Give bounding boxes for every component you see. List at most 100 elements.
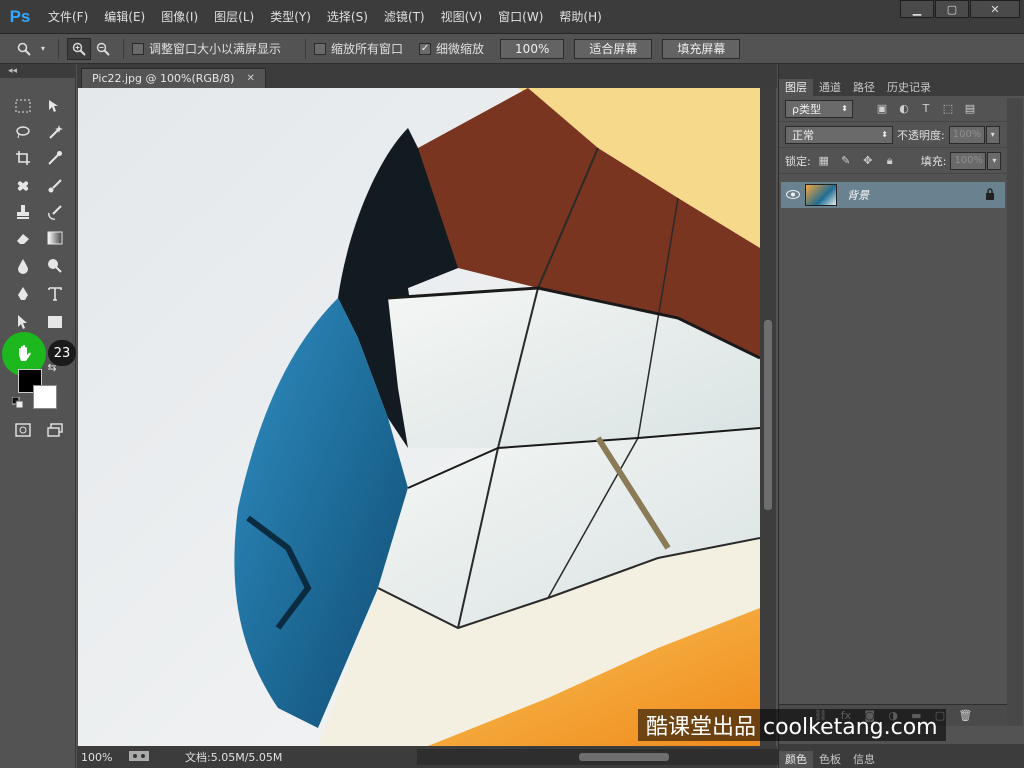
options-bar: ▾ 调整窗口大小以满屏显示 缩放所有窗口 ✓ 细微缩放 100% 适合屏幕 填充… <box>0 34 1024 64</box>
brush-tool-icon[interactable] <box>42 174 68 198</box>
panel-scrollbar[interactable] <box>1007 98 1023 726</box>
watermark-text: 酷课堂出品 coolketang.com <box>638 709 946 741</box>
layer-filter-label: ρ类型 <box>792 102 821 116</box>
tab-swatches[interactable]: 色板 <box>813 751 847 768</box>
tab-history[interactable]: 历史记录 <box>881 79 937 96</box>
menu-view[interactable]: 视图(V) <box>433 0 491 34</box>
close-tab-icon[interactable]: ✕ <box>246 73 254 84</box>
maximize-button[interactable]: ▢ <box>935 0 969 18</box>
menu-filter[interactable]: 滤镜(T) <box>376 0 433 34</box>
layers-panel: 图层 通道 路径 历史记录 ρ类型 ⬍ ▣ ◐ T ⬚ ▤ 正常 ⬍ 不透明度:… <box>778 64 1024 768</box>
layer-filter-select[interactable]: ρ类型 ⬍ <box>785 99 853 118</box>
document-tab[interactable]: Pic22.jpg @ 100%(RGB/8) ✕ <box>81 68 266 88</box>
healing-brush-tool-icon[interactable] <box>10 174 36 198</box>
menu-help[interactable]: 帮助(H) <box>551 0 609 34</box>
scrubby-zoom-checkbox[interactable]: ✓ <box>419 42 432 55</box>
history-brush-tool-icon[interactable] <box>42 200 68 224</box>
tab-info[interactable]: 信息 <box>847 751 881 768</box>
tab-layers[interactable]: 图层 <box>779 79 813 96</box>
fill-input[interactable]: 100% <box>950 151 987 170</box>
lasso-tool-icon[interactable] <box>10 120 36 144</box>
panel-header <box>779 64 1024 78</box>
type-tool-icon[interactable] <box>42 282 68 306</box>
filter-adjustment-icon[interactable]: ◐ <box>895 100 913 118</box>
fill-screen-button[interactable]: 填充屏幕 <box>662 38 741 59</box>
lock-all-icon[interactable]: 🔒︎ <box>881 152 899 170</box>
lock-position-icon[interactable]: ✥ <box>859 152 877 170</box>
visibility-eye-icon[interactable] <box>781 189 805 202</box>
layer-row-background[interactable]: 背景 <box>781 182 1005 208</box>
clone-stamp-tool-icon[interactable] <box>10 200 36 224</box>
menu-select[interactable]: 选择(S) <box>319 0 376 34</box>
photoshop-logo: Ps <box>9 6 31 26</box>
blur-tool-icon[interactable] <box>10 254 36 278</box>
lock-row: 锁定: ▦ ✎ ✥ 🔒︎ 填充: 100% ▾ <box>779 148 1024 174</box>
lock-image-icon[interactable]: ✎ <box>837 152 855 170</box>
toolbox-collapse[interactable]: ◂◂ <box>0 64 75 78</box>
eyedropper-tool-icon[interactable] <box>42 146 68 170</box>
menu-edit[interactable]: 编辑(E) <box>96 0 153 34</box>
move-tool-icon[interactable] <box>42 94 68 118</box>
filter-pixel-icon[interactable]: ▣ <box>873 100 891 118</box>
zoom-in-icon[interactable] <box>67 37 91 60</box>
lock-transparent-icon[interactable]: ▦ <box>815 152 833 170</box>
opacity-dropdown-icon[interactable]: ▾ <box>985 125 1000 144</box>
swap-colors-icon[interactable]: ⇆ <box>42 360 62 374</box>
delete-layer-icon[interactable]: 🗑︎ <box>958 709 972 722</box>
quick-mask-icon[interactable] <box>10 418 36 442</box>
window-controls: ▁ ▢ ✕ <box>899 0 1020 18</box>
filter-shape-icon[interactable]: ⬚ <box>939 100 957 118</box>
tab-channels[interactable]: 通道 <box>813 79 847 96</box>
crop-tool-icon[interactable] <box>10 146 36 170</box>
layer-name[interactable]: 背景 <box>847 187 985 203</box>
dodge-tool-icon[interactable] <box>42 254 68 278</box>
lock-label: 锁定: <box>785 154 811 168</box>
horizontal-scrollbar[interactable] <box>417 749 837 765</box>
zoom-tool-icon[interactable] <box>12 38 36 60</box>
path-selection-tool-icon[interactable] <box>10 310 36 334</box>
horizontal-scroll-thumb[interactable] <box>579 753 669 761</box>
menu-window[interactable]: 窗口(W) <box>490 0 551 34</box>
fit-screen-button[interactable]: 适合屏幕 <box>574 38 653 59</box>
vertical-scrollbar[interactable] <box>760 88 776 746</box>
tab-color[interactable]: 颜色 <box>779 751 813 768</box>
resize-windows-label: 调整窗口大小以满屏显示 <box>149 42 282 56</box>
zoom-out-icon[interactable] <box>91 38 115 60</box>
default-colors-icon[interactable] <box>10 396 26 410</box>
resize-windows-checkbox[interactable] <box>132 42 144 55</box>
menu-image[interactable]: 图像(I) <box>153 0 206 34</box>
filter-smart-object-icon[interactable]: ▤ <box>961 100 979 118</box>
menu-file[interactable]: 文件(F) <box>40 0 96 34</box>
vertical-scroll-thumb[interactable] <box>764 320 772 510</box>
layers-panel-tabs: 图层 通道 路径 历史记录 <box>779 78 1024 96</box>
zoom-100-button[interactable]: 100% <box>500 38 565 59</box>
close-button[interactable]: ✕ <box>970 0 1020 18</box>
gradient-tool-icon[interactable] <box>42 226 68 250</box>
magic-wand-tool-icon[interactable] <box>42 120 68 144</box>
status-zoom[interactable]: 100% <box>81 751 129 764</box>
scrubby-zoom-label: 细微缩放 <box>436 42 485 56</box>
eraser-tool-icon[interactable] <box>10 226 36 250</box>
menu-layer[interactable]: 图层(L) <box>206 0 262 34</box>
opacity-input[interactable]: 100% <box>948 125 985 144</box>
document-tab-bar: Pic22.jpg @ 100%(RGB/8) ✕ <box>77 64 777 88</box>
tool-preset-dropdown-icon[interactable]: ▾ <box>36 38 50 60</box>
document-tab-title: Pic22.jpg @ 100%(RGB/8) <box>92 72 235 85</box>
blend-mode-value: 正常 <box>792 128 814 142</box>
fill-dropdown-icon[interactable]: ▾ <box>987 151 1002 170</box>
status-bar: 100% 文档:5.05M/5.05M <box>77 746 837 768</box>
rectangle-tool-icon[interactable] <box>42 310 68 334</box>
zoom-all-windows-checkbox[interactable] <box>314 42 327 55</box>
menu-type[interactable]: 类型(Y) <box>262 0 319 34</box>
screen-mode-icon[interactable] <box>42 418 68 442</box>
filter-type-icon[interactable]: T <box>917 100 935 118</box>
background-color-swatch[interactable] <box>33 385 57 409</box>
parachute-photo <box>78 88 760 746</box>
tab-paths[interactable]: 路径 <box>847 79 881 96</box>
blend-mode-select[interactable]: 正常 ⬍ <box>785 125 893 144</box>
pen-tool-icon[interactable] <box>10 282 36 306</box>
image-canvas[interactable] <box>78 88 760 746</box>
minimize-button[interactable]: ▁ <box>900 0 934 18</box>
marquee-tool-icon[interactable] <box>10 94 36 118</box>
status-info-icon[interactable] <box>129 750 185 764</box>
